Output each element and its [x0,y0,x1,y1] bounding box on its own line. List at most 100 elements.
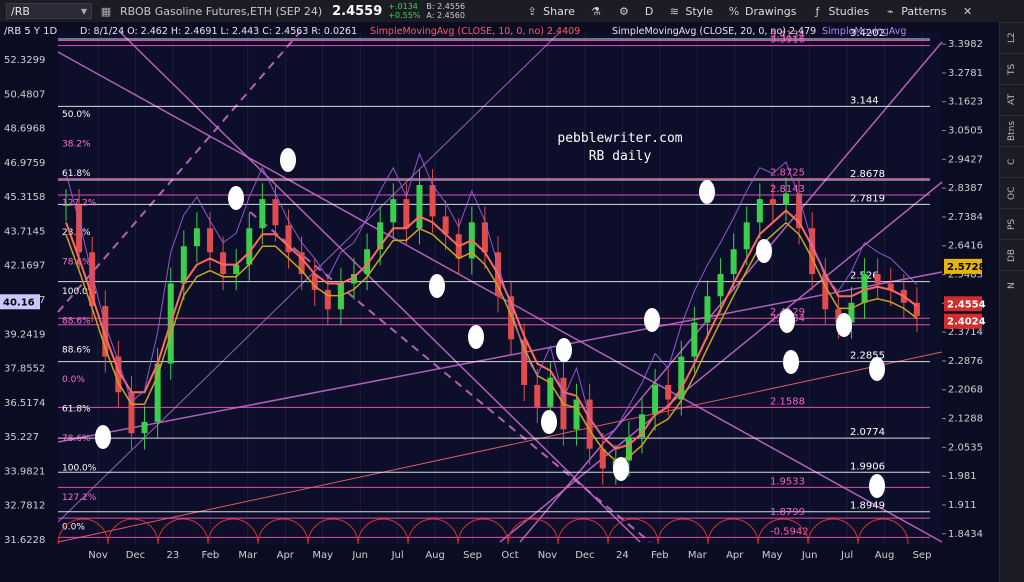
x-tick-label: 23 [167,550,180,561]
x-tick-label: Feb [651,550,669,561]
price-badge: 2.4554 [944,296,986,312]
candle-body [691,322,698,357]
right-tick-label: 2.2068 [948,385,983,396]
candle-body [141,421,148,434]
right-tick-label: 3.0505 [948,126,983,137]
symbol-selector[interactable]: /RB ▼ [6,3,92,19]
side-tab-ts[interactable]: TS [1000,53,1024,84]
x-tick-label: Dec [126,550,145,561]
share-label: Share [543,4,575,18]
fib-label: 88.6% [62,346,91,356]
pivot-marker [869,474,885,498]
right-tick-label: 3.2781 [948,68,983,79]
candle-body [324,289,331,310]
change-percent: +0.55% [388,11,421,20]
ask-value: A: 2.4560 [426,11,465,20]
fib-label: 88.6% [62,316,91,326]
left-tick-label: 35.227 [4,432,39,443]
right-tick-label: 1.911 [948,500,977,511]
studies-label: Studies [828,4,870,18]
settings-button[interactable]: ⚙ [617,4,631,18]
left-tick-label: 46.9759 [4,158,45,169]
style-button[interactable]: ≋ Style [667,4,713,18]
flask-button[interactable]: ⚗ [589,4,603,18]
candle-body [756,199,763,223]
period-button[interactable]: D [645,5,653,18]
close-button[interactable]: ✕ [961,4,975,18]
x-tick-label: May [312,550,333,561]
share-icon: ⇪ [527,4,537,18]
price-badge: 2.5728 [944,258,986,274]
pivot-marker [699,180,715,204]
x-tick-label: Jun [801,550,818,561]
candle-body [207,228,213,253]
candle-body [743,222,750,250]
toolbar: /RB ▼ ▦ RBOB Gasoline Futures,ETH (SEP 2… [0,0,1024,23]
x-tick-label: Jun [351,550,368,561]
drawings-button[interactable]: % Drawings [727,4,797,18]
side-tab-db[interactable]: DB [1000,239,1024,270]
pivot-marker [429,274,445,298]
side-tab-oc[interactable]: OC [1000,177,1024,208]
pivot-marker [783,350,799,374]
studies-icon: ƒ [815,4,820,18]
x-tick-label: Sep [913,550,932,561]
level-label: 2.8725 [770,168,805,179]
studies-button[interactable]: ƒ Studies [810,4,870,18]
side-tab-ps[interactable]: PS [1000,208,1024,239]
candle-body [416,184,423,229]
right-tick-label: 2.8387 [948,183,983,194]
share-button[interactable]: ⇪ Share [525,4,575,18]
flask-icon: ⚗ [590,4,601,18]
x-tick-label: Oct [501,550,518,561]
bid-value: B: 2.4556 [426,2,466,11]
left-tick-label: 52.3299 [4,55,45,66]
price-badge-text: 40.16 [3,297,35,308]
left-tick-label: 45.3158 [4,192,45,203]
candle-body [337,283,344,310]
pivot-marker [556,338,572,362]
side-tab-l2[interactable]: L2 [1000,22,1024,53]
left-tick-label: 36.5174 [4,398,45,409]
level-label: 2.7819 [850,193,885,204]
side-tab-n[interactable]: N [1000,270,1024,301]
right-tick-label: 2.6416 [948,241,983,252]
right-tick-label: 2.1288 [948,414,983,425]
side-tab-c[interactable]: C [1000,146,1024,177]
candle-body [586,399,593,449]
price-badge: 40.16 [0,294,40,310]
style-label: Style [685,4,713,18]
pivot-marker [613,457,629,481]
candle-body [246,228,253,265]
grid-icon[interactable]: ▦ [98,3,114,19]
left-tick-label: 37.8552 [4,364,45,375]
candle-body [717,273,724,297]
left-tick-label: 32.7812 [4,501,45,512]
level-label: 1.8949 [850,501,885,512]
bid-ask: B: 2.4556 A: 2.4560 [426,2,465,20]
candle-body [573,399,580,430]
side-tab-btns[interactable]: Btns [1000,115,1024,146]
x-tick-label: Aug [425,550,445,561]
right-tick-label: 1.8434 [948,529,983,540]
candle-body [730,249,737,274]
right-tick-label: 1.981 [948,471,977,482]
price-badge-text: 2.4024 [947,317,986,328]
side-tab-at[interactable]: AT [1000,84,1024,115]
price-change: +.0134 +0.55% [388,2,420,20]
left-tick-label: 31.6228 [4,535,45,546]
candle-body [783,193,789,205]
style-icon: ≋ [669,4,679,18]
x-tick-label: Apr [277,550,295,561]
candle-body [652,384,659,415]
last-price: 2.4559 [332,3,383,19]
x-tick-label: Apr [726,550,744,561]
patterns-button[interactable]: ⌁ Patterns [883,4,947,18]
candle-body [259,199,266,229]
fib-label: 78.6% [62,434,91,444]
left-tick-label: 33.9821 [4,466,45,477]
price-chart[interactable]: Nov Dec 23 Feb Mar Apr May Jun Jul Aug Sep Oct Nov De… [0,22,1000,582]
watermark-text: RB daily [589,149,652,164]
fib-label: 50.0% [62,110,91,120]
study2-label: SimpleMovingAvg (CLOSE, 20, 0, no) 2.479 [612,26,816,37]
